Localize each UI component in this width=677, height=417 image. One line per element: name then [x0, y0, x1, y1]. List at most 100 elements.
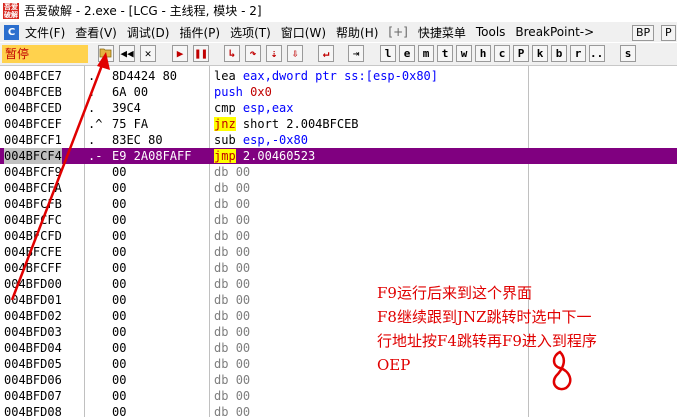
- annotation-line: F8继续跟到JNZ跳转时选中下一: [377, 308, 592, 326]
- menu-plus[interactable]: [+]: [388, 25, 407, 39]
- address-cell: 004BFD05: [4, 357, 62, 371]
- pause-button[interactable]: ❚❚: [193, 45, 209, 62]
- table-row[interactable]: 004BFCED. 39C4 cmp esp,eax: [0, 100, 677, 116]
- menu-bar: C 文件(F) 查看(V) 调试(D) 插件(P) 选项(T) 窗口(W) 帮助…: [0, 22, 677, 42]
- address-cell: 004BFCEF: [4, 117, 62, 131]
- go-to-button[interactable]: ⇥: [348, 45, 364, 62]
- jump-marker: .-: [88, 149, 103, 163]
- table-row[interactable]: 004BFCEB. 6A 00 push 0x0: [0, 84, 677, 100]
- cpu-window-button[interactable]: c: [494, 45, 510, 62]
- address-cell: 004BFD01: [4, 293, 62, 307]
- menu-file[interactable]: 文件(F): [25, 24, 65, 41]
- table-row[interactable]: 004BFCFB 00 db 00: [0, 196, 677, 212]
- annotation-line: 行地址按F4跳转再F9进入到程序: [377, 332, 597, 350]
- menu-tools[interactable]: Tools: [476, 25, 506, 39]
- run-trace-window-button[interactable]: ...: [589, 45, 605, 62]
- tab-bp[interactable]: BP: [632, 25, 655, 41]
- menu-help[interactable]: 帮助(H): [336, 24, 378, 41]
- disassembly-cell: jmp 2.00460523: [214, 148, 315, 164]
- hex-dump-cell: 00: [112, 165, 127, 179]
- operands: 00: [235, 213, 251, 227]
- address-cell: 004BFCFE: [4, 245, 62, 259]
- operands: eax,dword ptr ss:[esp-0x80]: [242, 69, 438, 83]
- menu-breakpoint[interactable]: BreakPoint->: [515, 25, 594, 39]
- hex-dump-cell: 00: [112, 325, 127, 339]
- table-row[interactable]: 004BFCFC 00 db 00: [0, 212, 677, 228]
- annotation-line: F9运行后来到这个界面: [377, 284, 532, 302]
- selected-table-row[interactable]: 004BFCF4 .- E9 2A08FAFF jmp 2.00460523: [0, 148, 677, 164]
- menu-debug[interactable]: 调试(D): [127, 24, 170, 41]
- hex-dump-cell: 39C4: [112, 101, 141, 115]
- table-row[interactable]: 004BFCE7. 8D4424 80 lea eax,dword ptr ss:[…: [0, 68, 677, 84]
- disassembly-cell: db 00: [214, 260, 250, 276]
- mnemonic: db: [214, 405, 229, 417]
- disassembly-cell: cmp esp,eax: [214, 100, 294, 116]
- operands: 00: [235, 197, 251, 211]
- log-window-button[interactable]: l: [380, 45, 396, 62]
- table-row[interactable]: 004BFCF1. 83EC 80 sub esp,-0x80: [0, 132, 677, 148]
- table-row[interactable]: 004BFCFA 00 db 00: [0, 180, 677, 196]
- mnemonic: db: [214, 197, 229, 211]
- menu-shortcuts[interactable]: 快捷菜单: [418, 24, 466, 41]
- hex-dump-cell: 00: [112, 373, 127, 387]
- references-window-button[interactable]: r: [570, 45, 586, 62]
- operands: esp,-0x80: [242, 133, 308, 147]
- table-row[interactable]: 004BFCEF .^ 75 FA jnz short 2.004BFCEB: [0, 116, 677, 132]
- mnemonic: db: [214, 389, 229, 403]
- tutorial-annotation: F9运行后来到这个界面 F8继续跟到JNZ跳转时选中下一 行地址按F4跳转再F9…: [377, 281, 677, 377]
- mnemonic: db: [214, 261, 229, 275]
- disassembly-cell: db 00: [214, 164, 250, 180]
- operands: 00: [235, 245, 251, 259]
- hex-dump-cell: 00: [112, 405, 127, 417]
- table-row[interactable]: 004BFCFF 00 db 00: [0, 260, 677, 276]
- mnemonic: db: [214, 229, 229, 243]
- mnemonic: db: [214, 325, 229, 339]
- mnemonic: db: [214, 245, 229, 259]
- menu-plugins[interactable]: 插件(P): [179, 24, 220, 41]
- menu-options[interactable]: 选项(T): [230, 24, 271, 41]
- hex-dump-cell: 00: [112, 261, 127, 275]
- disassembly-cell: db 00: [214, 244, 250, 260]
- memory-window-button[interactable]: m: [418, 45, 434, 62]
- cpu-window-icon[interactable]: C: [4, 24, 19, 40]
- call-stack-window-button[interactable]: k: [532, 45, 548, 62]
- table-row[interactable]: 004BFCFD 00 db 00: [0, 228, 677, 244]
- table-row[interactable]: 004BFD08 00 db 00: [0, 404, 677, 417]
- table-row[interactable]: 004BFCF9 00 db 00: [0, 164, 677, 180]
- table-row[interactable]: 004BFCFE 00 db 00: [0, 244, 677, 260]
- close-button[interactable]: ✕: [140, 45, 156, 62]
- modules-window-button[interactable]: e: [399, 45, 415, 62]
- mnemonic: db: [214, 373, 229, 387]
- mnemonic: db: [214, 309, 229, 323]
- disassembly-cell: db 00: [214, 340, 250, 356]
- execute-till-return-button[interactable]: ↵: [318, 45, 334, 62]
- windows-window-button[interactable]: w: [456, 45, 472, 62]
- menu-window[interactable]: 窗口(W): [281, 24, 326, 41]
- trace-into-icon: ⇣: [270, 47, 278, 60]
- mnemonic: db: [214, 341, 229, 355]
- patches-window-button[interactable]: P: [513, 45, 529, 62]
- menu-view[interactable]: 查看(V): [75, 24, 117, 41]
- open-folder-button[interactable]: [98, 45, 114, 62]
- jump-marker: .: [88, 85, 96, 99]
- step-into-button[interactable]: ↳: [224, 45, 240, 62]
- operands: 00: [235, 373, 251, 387]
- step-over-button[interactable]: ↷: [245, 45, 261, 62]
- address-cell: 004BFCFA: [4, 181, 62, 195]
- trace-over-icon: ⇩: [291, 47, 299, 60]
- source-window-button[interactable]: s: [620, 45, 636, 62]
- threads-window-button[interactable]: t: [437, 45, 453, 62]
- trace-into-button[interactable]: ⇣: [266, 45, 282, 62]
- tab-p[interactable]: P: [661, 25, 676, 41]
- disassembly-cell: db 00: [214, 228, 250, 244]
- operands: 00: [235, 293, 251, 307]
- restart-button[interactable]: ◀◀: [119, 45, 135, 62]
- run-button[interactable]: ▶: [172, 45, 188, 62]
- folder-open-icon: [99, 48, 112, 58]
- handles-window-button[interactable]: h: [475, 45, 491, 62]
- breakpoints-window-button[interactable]: b: [551, 45, 567, 62]
- trace-over-button[interactable]: ⇩: [287, 45, 303, 62]
- step-over-icon: ↷: [249, 47, 257, 60]
- mnemonic: cmp: [214, 101, 236, 115]
- table-row[interactable]: 004BFD07 00 db 00: [0, 388, 677, 404]
